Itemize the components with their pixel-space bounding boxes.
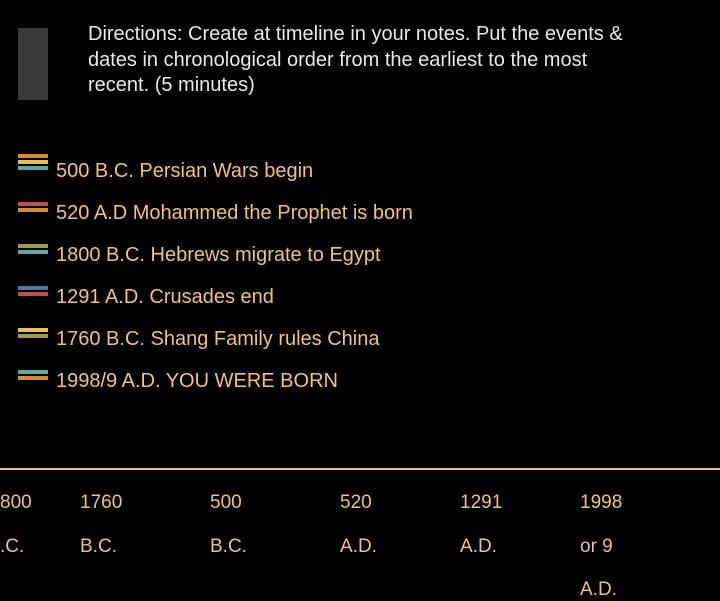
accent-stripe (18, 370, 48, 374)
event-item: 500 B.C. Persian Wars begin (56, 158, 656, 184)
timeline-year: 500 (210, 492, 242, 513)
timeline-year: 800 (0, 492, 32, 513)
timeline-label: 500 B.C. (210, 470, 247, 557)
accent-stripe (18, 154, 48, 158)
timeline-label: 1291 A.D. (460, 470, 502, 557)
timeline-era: A.D. (340, 536, 377, 557)
timeline-era: .C. (0, 536, 24, 557)
event-item: 1998/9 A.D. YOU WERE BORN (56, 368, 656, 394)
accent-stripe (18, 166, 48, 170)
accent-stripe (18, 286, 48, 290)
timeline-year: 1760 (80, 492, 122, 513)
timeline-era: B.C. (80, 536, 117, 557)
timeline-era: or 9 (580, 536, 613, 557)
event-item: 1291 A.D. Crusades end (56, 284, 656, 310)
accent-block-dark (18, 28, 48, 100)
directions-block: Directions: Create at timeline in your n… (88, 22, 628, 99)
event-item: 1800 B.C. Hebrews migrate to Egypt (56, 242, 656, 268)
accent-stripe (18, 250, 48, 254)
timeline-era: A.D. (580, 579, 617, 600)
accent-stripe (18, 208, 48, 212)
timeline-label: 1760 B.C. (80, 470, 122, 557)
accent-stripe (18, 160, 48, 164)
accent-stripe (18, 376, 48, 380)
directions-text: Directions: Create at timeline in your n… (88, 22, 628, 99)
timeline-year: 1998 (580, 492, 622, 513)
timeline-era: A.D. (460, 536, 497, 557)
accent-stripe (18, 334, 48, 338)
timeline-label: 1998 or 9 A.D. (580, 470, 622, 601)
timeline-labels: 800 .C. 1760 B.C. 500 B.C. 520 A.D. 1291… (0, 470, 720, 532)
accent-sidebar (18, 28, 48, 498)
timeline-label: 800 .C. (0, 470, 32, 557)
events-list: 500 B.C. Persian Wars begin 520 A.D Moha… (56, 158, 656, 410)
timeline-era: B.C. (210, 536, 247, 557)
accent-stripe (18, 202, 48, 206)
accent-stripe (18, 328, 48, 332)
accent-stripe (18, 244, 48, 248)
timeline-label: 520 A.D. (340, 470, 377, 557)
timeline-year: 520 (340, 492, 372, 513)
timeline-year: 1291 (460, 492, 502, 513)
accent-stripe (18, 292, 48, 296)
event-item: 520 A.D Mohammed the Prophet is born (56, 200, 656, 226)
event-item: 1760 B.C. Shang Family rules China (56, 326, 656, 352)
